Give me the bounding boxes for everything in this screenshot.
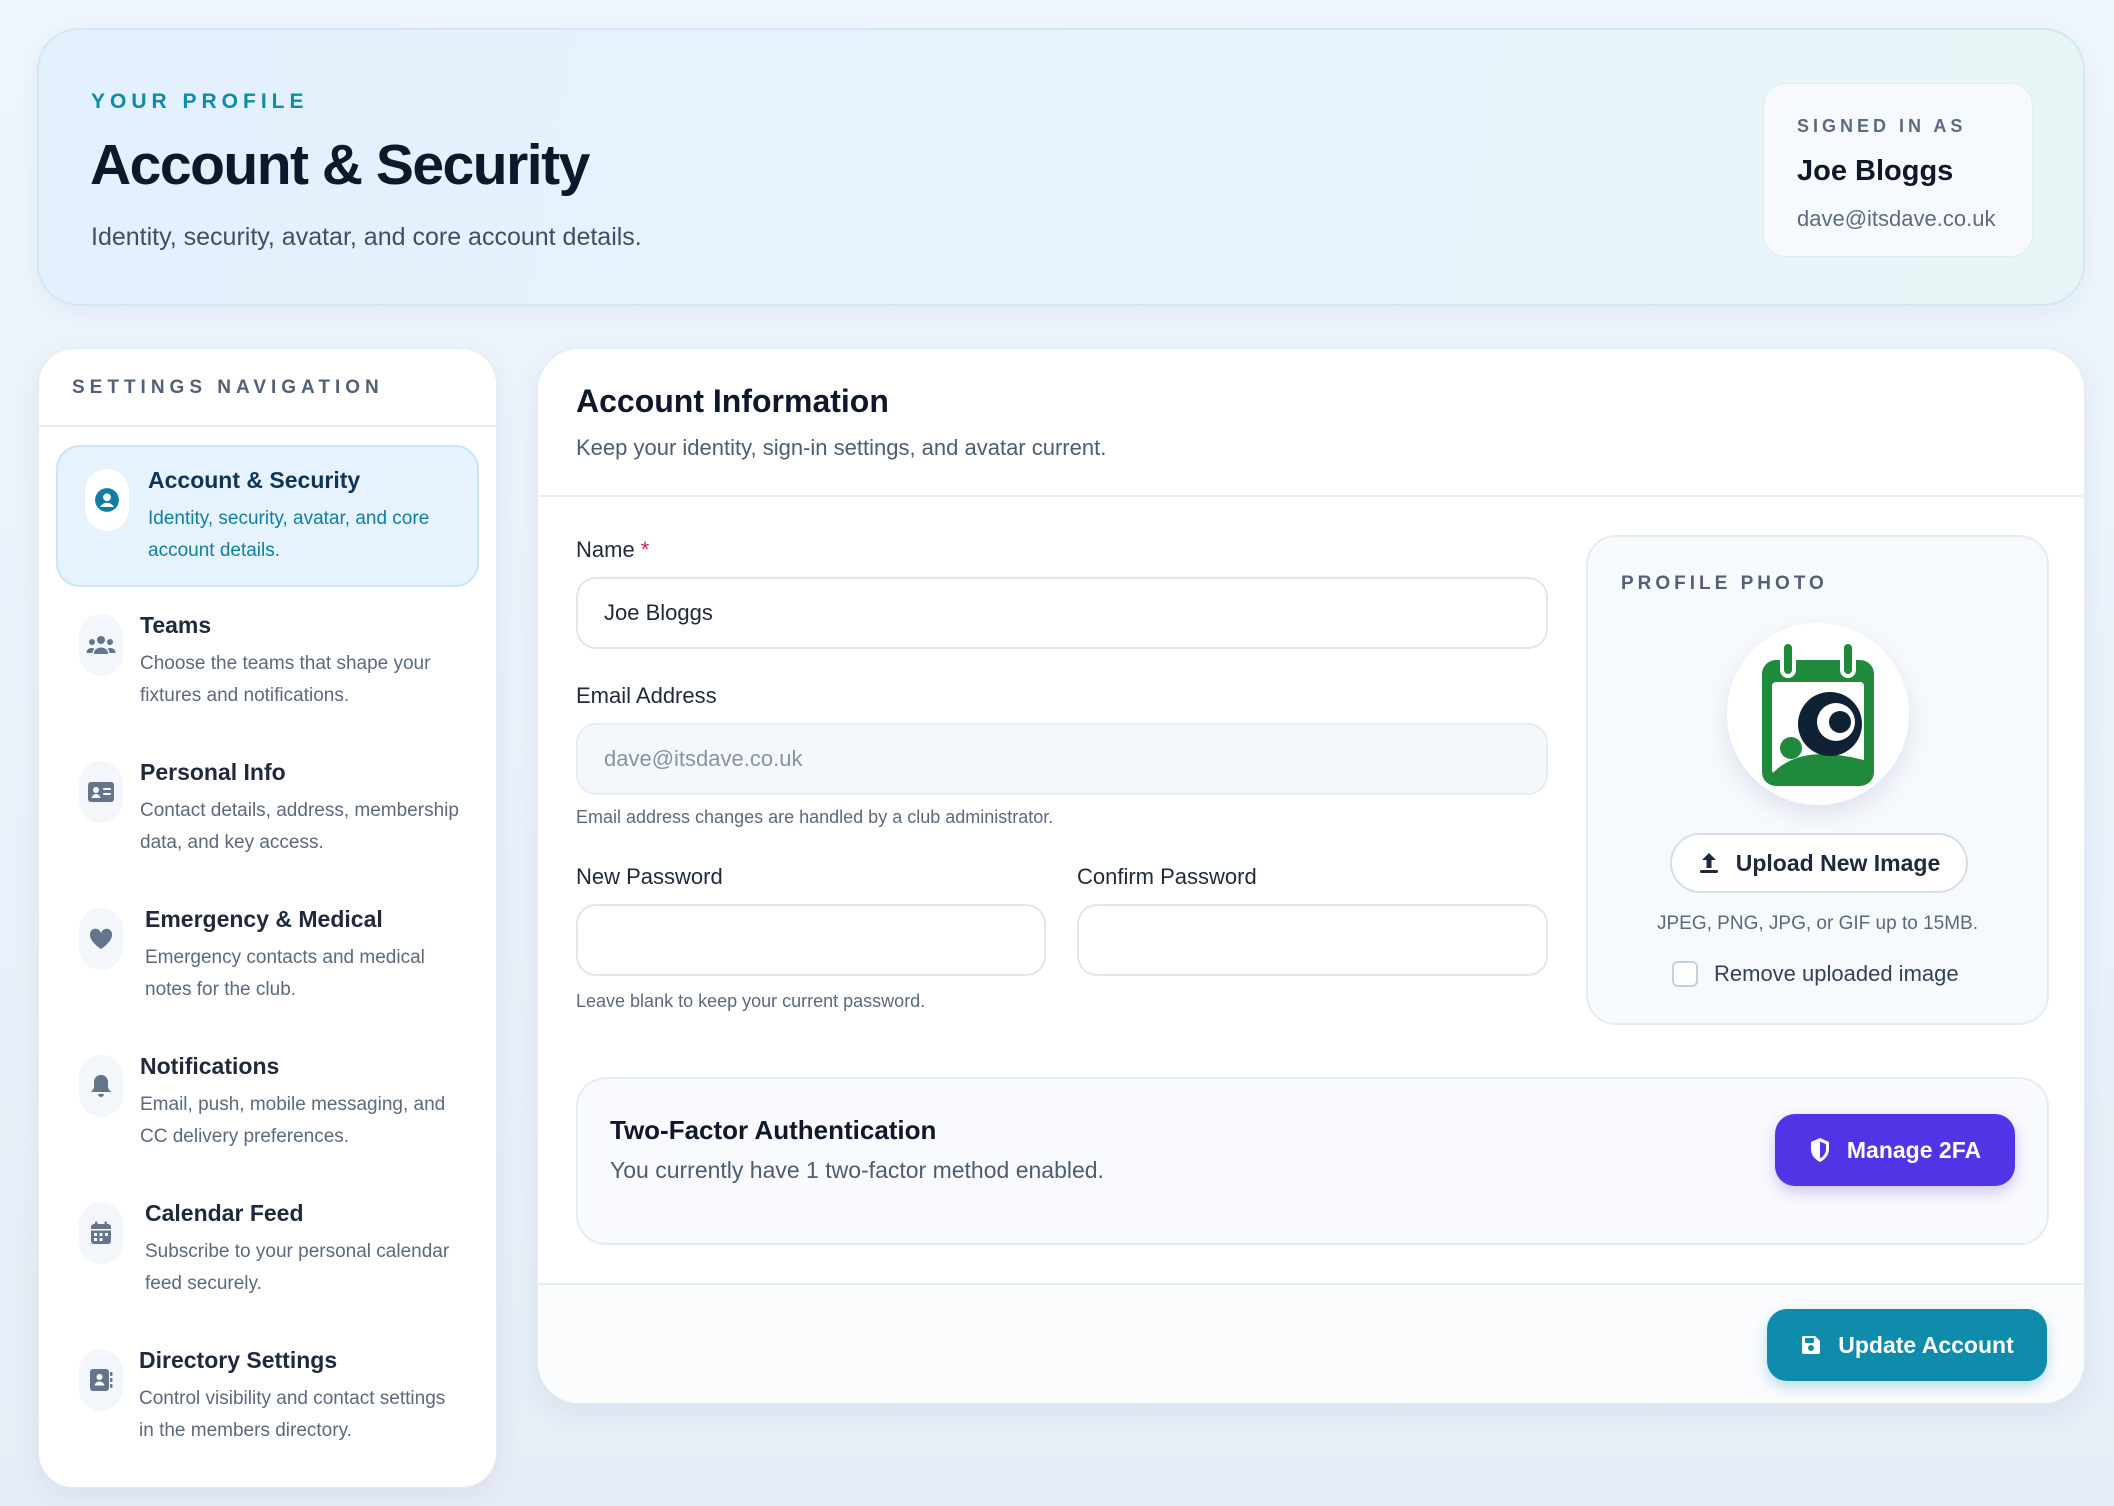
footer-divider	[538, 1283, 2084, 1285]
update-account-label: Update Account	[1838, 1331, 2014, 1358]
sidebar-heading: SETTINGS NAVIGATION	[72, 377, 384, 398]
name-label-text: Name	[576, 537, 635, 562]
page-subtitle: Identity, security, avatar, and core acc…	[91, 223, 642, 251]
sidebar-item-calendar-feed[interactable]: Calendar Feed Subscribe to your personal…	[56, 1180, 479, 1322]
settings-sidebar: SETTINGS NAVIGATION Account & Security I…	[38, 348, 497, 1488]
email-field	[576, 723, 1548, 795]
id-card-icon	[79, 761, 123, 823]
remove-image-label: Remove uploaded image	[1714, 961, 1959, 986]
two-factor-title: Two-Factor Authentication	[610, 1115, 937, 1145]
page-title: Account & Security	[90, 133, 590, 197]
signed-in-label: SIGNED IN AS	[1797, 116, 1967, 136]
sidebar-item-desc: Subscribe to your personal calendar feed…	[145, 1241, 450, 1294]
password-help-text: Leave blank to keep your current passwor…	[576, 991, 926, 1011]
confirm-password-input[interactable]	[1077, 904, 1548, 976]
save-icon	[1802, 1336, 1821, 1354]
account-information-panel: Account Information Keep your identity, …	[537, 348, 2085, 1404]
confirm-password-label: Confirm Password	[1077, 864, 1257, 889]
signed-in-name: Joe Bloggs	[1797, 155, 1954, 187]
sidebar-item-desc: Identity, security, avatar, and core acc…	[148, 508, 430, 561]
signed-in-email: dave@itsdave.co.uk	[1797, 206, 1996, 231]
sidebar-item-title: Account & Security	[148, 467, 361, 493]
user-circle-icon	[85, 469, 129, 531]
manage-2fa-label: Manage 2FA	[1846, 1136, 1982, 1163]
club-logo-icon	[1762, 640, 1874, 786]
sidebar-item-desc: Email, push, mobile messaging, and CC de…	[140, 1094, 446, 1147]
sidebar-item-desc: Choose the teams that shape your fixture…	[140, 653, 431, 706]
photo-help-text: JPEG, PNG, JPG, or GIF up to 15MB.	[1657, 913, 1978, 934]
signed-in-card: SIGNED IN AS Joe Bloggs dave@itsdave.co.…	[1763, 83, 2033, 257]
remove-image-option[interactable]: Remove uploaded image	[1672, 961, 1959, 987]
sidebar-item-notifications[interactable]: Notifications Email, push, mobile messag…	[56, 1033, 479, 1175]
two-factor-card: Two-Factor Authentication You currently …	[576, 1077, 2049, 1245]
name-input[interactable]	[576, 577, 1548, 649]
profile-photo-heading: PROFILE PHOTO	[1621, 573, 1828, 594]
new-password-label: New Password	[576, 864, 723, 889]
sidebar-item-teams[interactable]: Teams Choose the teams that shape your f…	[56, 592, 479, 734]
sidebar-item-title: Teams	[140, 612, 212, 638]
manage-2fa-button[interactable]: Manage 2FA	[1775, 1114, 2015, 1186]
sidebar-item-desc: Control visibility and contact settings …	[139, 1388, 446, 1441]
bell-icon	[79, 1055, 123, 1117]
users-icon	[79, 614, 123, 676]
upload-icon	[1699, 853, 1718, 873]
new-password-input[interactable]	[576, 904, 1046, 976]
profile-photo-card: PROFILE PHOTO Upload New Image JPEG, PNG…	[1586, 535, 2049, 1025]
upload-button-label: Upload New Image	[1735, 849, 1941, 876]
profile-hero: YOUR PROFILE Account & Security Identity…	[37, 28, 2085, 306]
page: YOUR PROFILE Account & Security Identity…	[0, 0, 2114, 1506]
panel-title: Account Information	[576, 383, 889, 419]
remove-image-checkbox[interactable]	[1672, 961, 1698, 987]
sidebar-divider	[39, 425, 496, 427]
panel-divider	[538, 495, 2084, 497]
sidebar-item-title: Emergency & Medical	[145, 906, 383, 932]
avatar	[1727, 623, 1909, 805]
shield-icon	[1810, 1138, 1829, 1162]
sidebar-item-desc: Emergency contacts and medical notes for…	[145, 947, 425, 1000]
sidebar-item-desc: Contact details, address, membership dat…	[140, 800, 459, 853]
sidebar-item-title: Notifications	[140, 1053, 280, 1079]
sidebar-item-title: Calendar Feed	[145, 1200, 304, 1226]
update-account-button[interactable]: Update Account	[1767, 1309, 2047, 1381]
email-label: Email Address	[576, 683, 717, 708]
sidebar-item-personal-info[interactable]: Personal Info Contact details, address, …	[56, 739, 479, 881]
panel-subtitle: Keep your identity, sign-in settings, an…	[576, 435, 1107, 460]
sidebar-item-title: Personal Info	[140, 759, 286, 785]
address-book-icon	[79, 1349, 123, 1411]
email-help-text: Email address changes are handled by a c…	[576, 807, 1054, 827]
sidebar-item-emergency-medical[interactable]: Emergency & Medical Emergency contacts a…	[56, 886, 479, 1028]
calendar-icon	[79, 1202, 123, 1264]
sidebar-item-directory-settings[interactable]: Directory Settings Control visibility an…	[56, 1327, 479, 1469]
upload-new-image-button[interactable]: Upload New Image	[1670, 833, 1968, 893]
sidebar-item-account-security[interactable]: Account & Security Identity, security, a…	[56, 445, 479, 587]
heart-icon	[79, 908, 123, 970]
hero-eyebrow: YOUR PROFILE	[91, 90, 309, 113]
name-label: Name *	[576, 537, 649, 563]
required-marker: *	[640, 537, 650, 562]
two-factor-status: You currently have 1 two-factor method e…	[610, 1157, 1104, 1183]
sidebar-item-title: Directory Settings	[139, 1347, 338, 1373]
